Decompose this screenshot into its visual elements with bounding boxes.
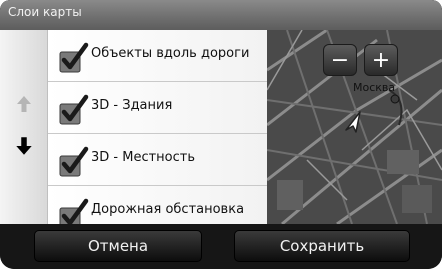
zoom-out-button[interactable]: − [323,44,357,76]
layer-label: Объекты вдоль дороги [91,46,250,61]
page-title: Слои карты [8,5,82,19]
scroll-down-button[interactable] [8,130,40,162]
layer-label: Дорожная обстановка [91,202,245,217]
city-marker-icon [390,94,400,104]
layers-list: Объекты вдоль дороги 3D - Здания 3D - Ме… [47,30,267,224]
bottom-bar: Отмена Сохранить [0,224,442,269]
zoom-in-button[interactable]: + [364,44,398,76]
map-preview[interactable]: − + Москва [267,30,442,224]
scroll-panel [0,30,47,224]
arrow-up-icon [17,96,31,112]
checkbox-checked-icon[interactable] [58,146,90,178]
device-screen: Слои карты Объекты вдоль дороги 3D - Зда… [0,0,442,269]
scroll-up-button[interactable] [8,88,40,120]
position-arrow-icon [345,111,361,133]
arrow-down-icon [16,137,32,155]
checkbox-checked-icon[interactable] [58,198,90,224]
list-item-layer-3d-buildings[interactable]: 3D - Здания [48,82,267,134]
map-city-label: Москва [353,81,396,94]
layer-label: 3D - Здания [91,98,173,113]
checkbox-checked-icon[interactable] [58,94,90,126]
list-item-layer-traffic[interactable]: Дорожная обстановка [48,186,267,224]
checkbox-checked-icon[interactable] [58,42,90,74]
title-bar: Слои карты [0,0,442,30]
save-button[interactable]: Сохранить [234,230,410,262]
layer-label: 3D - Местность [91,150,196,165]
cancel-button[interactable]: Отмена [34,230,202,262]
list-item-layer-3d-terrain[interactable]: 3D - Местность [48,134,267,186]
list-item-layer-road-objects[interactable]: Объекты вдоль дороги [48,30,267,82]
